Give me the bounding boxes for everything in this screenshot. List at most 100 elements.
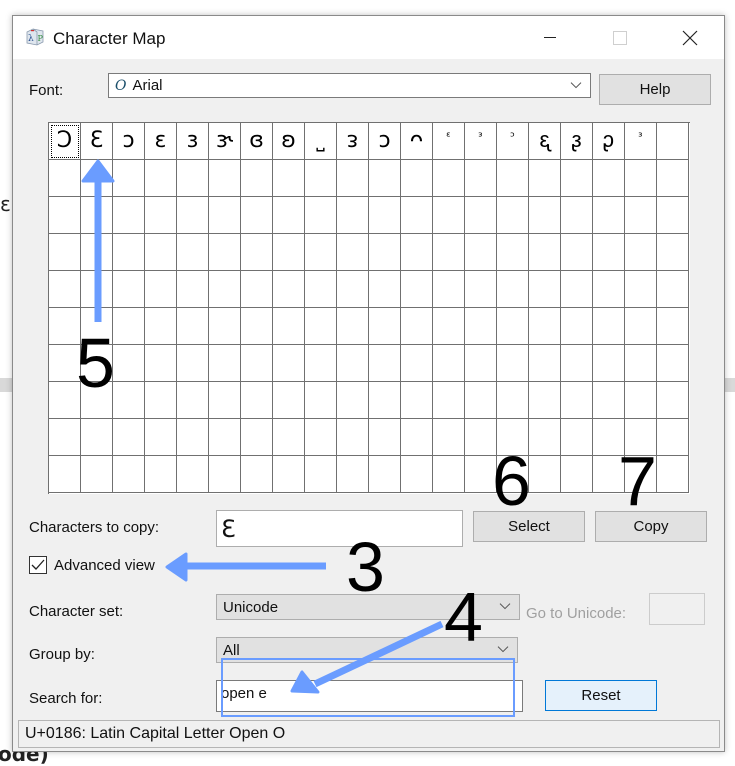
character-cell[interactable] bbox=[337, 345, 369, 382]
character-cell[interactable] bbox=[49, 271, 81, 308]
character-cell[interactable] bbox=[337, 160, 369, 197]
character-cell[interactable] bbox=[145, 345, 177, 382]
character-cell[interactable] bbox=[465, 234, 497, 271]
character-cell[interactable] bbox=[561, 234, 593, 271]
font-dropdown[interactable]: O Arial bbox=[108, 73, 591, 98]
character-cell[interactable] bbox=[497, 160, 529, 197]
search-input[interactable]: open e bbox=[216, 680, 523, 712]
character-cell[interactable] bbox=[177, 456, 209, 493]
character-cell[interactable] bbox=[305, 419, 337, 456]
character-cell[interactable] bbox=[433, 419, 465, 456]
character-cell[interactable] bbox=[529, 308, 561, 345]
character-cell[interactable] bbox=[305, 382, 337, 419]
character-cell[interactable] bbox=[497, 345, 529, 382]
character-cell[interactable]: ɛ bbox=[145, 123, 177, 160]
character-cell[interactable] bbox=[81, 197, 113, 234]
character-cell[interactable] bbox=[49, 234, 81, 271]
character-cell[interactable] bbox=[657, 308, 689, 345]
character-cell[interactable] bbox=[273, 382, 305, 419]
reset-button[interactable]: Reset bbox=[545, 680, 657, 711]
character-cell[interactable] bbox=[337, 382, 369, 419]
character-cell[interactable] bbox=[145, 197, 177, 234]
character-cell[interactable] bbox=[561, 160, 593, 197]
character-cell[interactable] bbox=[369, 382, 401, 419]
character-cell[interactable] bbox=[625, 345, 657, 382]
character-cell[interactable] bbox=[241, 382, 273, 419]
character-cell[interactable] bbox=[369, 160, 401, 197]
character-cell[interactable] bbox=[177, 197, 209, 234]
character-cell[interactable] bbox=[209, 197, 241, 234]
character-cell[interactable] bbox=[209, 382, 241, 419]
character-cell[interactable]: ʚ bbox=[273, 123, 305, 160]
character-cell[interactable] bbox=[177, 419, 209, 456]
close-button[interactable] bbox=[667, 16, 713, 59]
character-cell[interactable] bbox=[465, 271, 497, 308]
character-cell[interactable]: ᶗ bbox=[593, 123, 625, 160]
character-cell[interactable] bbox=[337, 197, 369, 234]
character-cell[interactable] bbox=[241, 271, 273, 308]
character-cell[interactable] bbox=[241, 419, 273, 456]
character-cell[interactable]: ɔ bbox=[113, 123, 145, 160]
character-cell[interactable] bbox=[369, 456, 401, 493]
character-cell[interactable] bbox=[401, 271, 433, 308]
character-cell[interactable] bbox=[145, 271, 177, 308]
character-cell[interactable]: ɜ bbox=[177, 123, 209, 160]
character-cell[interactable] bbox=[209, 271, 241, 308]
character-cell[interactable] bbox=[401, 456, 433, 493]
character-cell[interactable] bbox=[273, 234, 305, 271]
character-cell[interactable] bbox=[305, 345, 337, 382]
character-cell[interactable] bbox=[273, 197, 305, 234]
character-cell[interactable] bbox=[177, 271, 209, 308]
character-cell[interactable] bbox=[337, 234, 369, 271]
character-cell[interactable] bbox=[529, 419, 561, 456]
character-cell[interactable] bbox=[113, 345, 145, 382]
character-cell[interactable] bbox=[209, 160, 241, 197]
character-cell[interactable] bbox=[145, 308, 177, 345]
character-cell[interactable] bbox=[433, 382, 465, 419]
character-cell[interactable] bbox=[433, 271, 465, 308]
character-cell[interactable]: ᴈ bbox=[337, 123, 369, 160]
character-cell[interactable] bbox=[81, 271, 113, 308]
character-cell[interactable] bbox=[497, 197, 529, 234]
character-cell[interactable]: ɝ bbox=[209, 123, 241, 160]
character-cell[interactable] bbox=[305, 456, 337, 493]
character-cell[interactable] bbox=[209, 308, 241, 345]
character-cell[interactable] bbox=[401, 308, 433, 345]
character-cell[interactable]: Ɔ bbox=[49, 123, 81, 160]
character-cell[interactable] bbox=[433, 308, 465, 345]
character-cell[interactable] bbox=[337, 456, 369, 493]
character-cell[interactable] bbox=[593, 345, 625, 382]
character-cell[interactable] bbox=[273, 271, 305, 308]
character-cell[interactable] bbox=[561, 271, 593, 308]
minimize-button[interactable] bbox=[527, 16, 573, 59]
character-cell[interactable] bbox=[593, 197, 625, 234]
character-cell[interactable] bbox=[529, 197, 561, 234]
character-cell[interactable] bbox=[657, 271, 689, 308]
character-cell[interactable] bbox=[209, 456, 241, 493]
character-cell[interactable]: ˽ bbox=[305, 123, 337, 160]
character-cell[interactable] bbox=[657, 345, 689, 382]
character-cell[interactable] bbox=[401, 197, 433, 234]
character-cell[interactable] bbox=[593, 234, 625, 271]
character-cell[interactable] bbox=[337, 419, 369, 456]
character-cell[interactable] bbox=[81, 160, 113, 197]
character-cell[interactable] bbox=[177, 234, 209, 271]
character-cell[interactable] bbox=[657, 123, 689, 160]
character-cell[interactable] bbox=[113, 308, 145, 345]
character-cell[interactable] bbox=[273, 160, 305, 197]
character-cell[interactable] bbox=[369, 271, 401, 308]
character-cell[interactable] bbox=[593, 271, 625, 308]
character-cell[interactable] bbox=[433, 197, 465, 234]
character-cell[interactable] bbox=[209, 419, 241, 456]
character-cell[interactable] bbox=[625, 160, 657, 197]
character-cell[interactable] bbox=[49, 197, 81, 234]
character-grid[interactable]: Ɔ Ɛɔ ɛ ɜ ɝ ɞ ʚ ˽ ᴈ ᴐ ᴖ ᵋ ᵌ ᵓ ᶓ ᶔ ᶗ ᶟ bbox=[48, 122, 690, 494]
character-cell[interactable]: ᵌ bbox=[465, 123, 497, 160]
character-cell[interactable] bbox=[273, 345, 305, 382]
character-cell[interactable] bbox=[241, 308, 273, 345]
character-cell[interactable] bbox=[241, 160, 273, 197]
character-cell[interactable] bbox=[369, 419, 401, 456]
character-cell[interactable] bbox=[305, 234, 337, 271]
character-cell[interactable] bbox=[81, 456, 113, 493]
character-cell[interactable]: ᵋ bbox=[433, 123, 465, 160]
